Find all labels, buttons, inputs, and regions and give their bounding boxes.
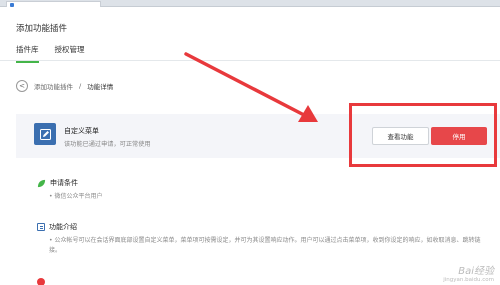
plugin-status-text: 该功能已通过申请，可正常使用 <box>64 141 151 148</box>
document-icon <box>37 223 45 231</box>
breadcrumb-current: 功能详情 <box>87 83 114 91</box>
watermark: Bai经验 jingyan.baidu.com <box>443 262 494 283</box>
edit-pencil-icon <box>34 123 56 145</box>
intro-bullet: • <box>49 237 53 244</box>
back-icon[interactable]: < <box>16 80 28 92</box>
page-title: 添加功能插件 <box>16 24 68 34</box>
breadcrumb: < 添加功能插件 / 功能详情 <box>16 80 113 92</box>
watermark-url: jingyan.baidu.com <box>443 277 494 283</box>
conditions-text: 微信公众平台用户 <box>54 193 103 200</box>
browser-tab-bar <box>0 0 500 7</box>
watermark-logo: Bai经验 <box>458 266 494 277</box>
breadcrumb-parent-link[interactable]: 添加功能插件 <box>34 81 73 91</box>
disable-button[interactable]: 停用 <box>431 127 487 145</box>
next-section <box>37 278 49 285</box>
plugin-name: 自定义菜单 <box>64 127 99 135</box>
view-function-button[interactable]: 查看功能 <box>372 127 429 145</box>
leaf-icon <box>37 179 46 187</box>
alert-dot-icon <box>37 278 45 285</box>
intro-section: 功能介绍 • 公众帐号可以在会话界面底部设置自定义菜单，菜单项可按需设定，并可为… <box>37 222 492 256</box>
conditions-section: 申请条件 • 微信公众平台用户 <box>37 178 102 202</box>
intro-title: 功能介绍 <box>49 223 77 231</box>
favicon-icon <box>10 2 14 7</box>
conditions-title: 申请条件 <box>50 179 78 187</box>
breadcrumb-separator: / <box>79 82 82 90</box>
intro-text: 公众帐号可以在会话界面底部设置自定义菜单，菜单项可按需设定，并可为其设置响应动作… <box>49 237 481 254</box>
conditions-bullet: • <box>49 193 53 200</box>
tabs-divider <box>0 60 500 61</box>
